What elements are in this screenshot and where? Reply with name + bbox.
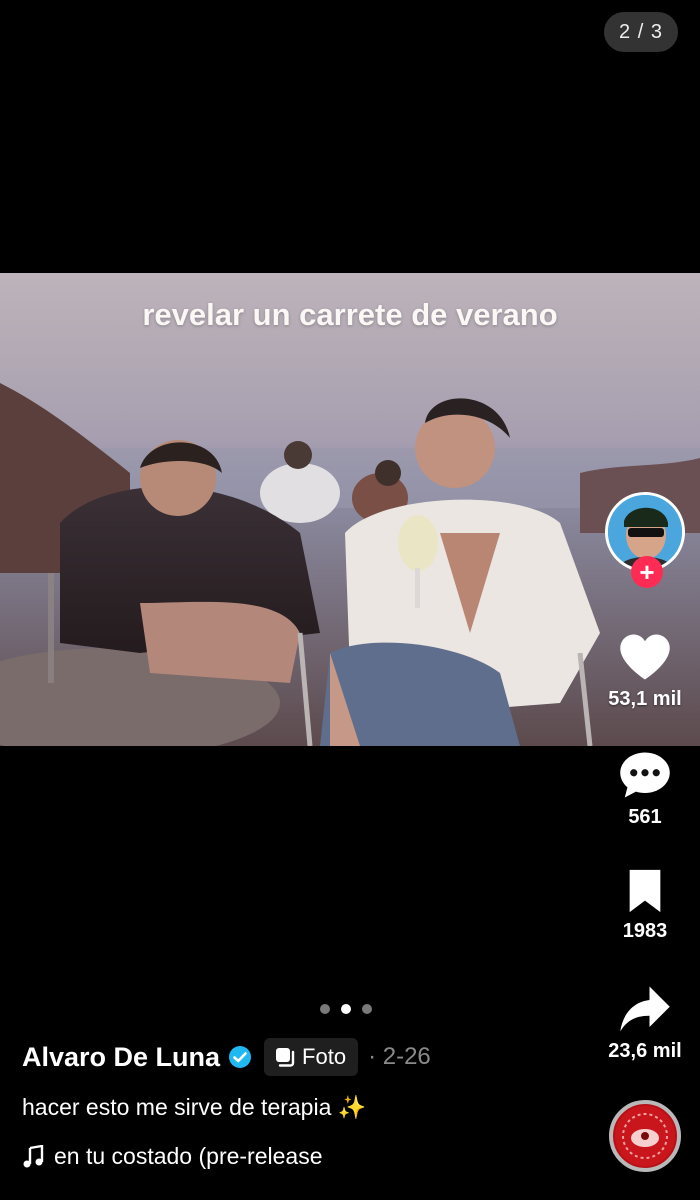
share-arrow-icon[interactable] — [618, 984, 672, 1034]
photo-stack-icon — [276, 1048, 295, 1067]
creator-avatar-block[interactable]: + — [605, 492, 685, 588]
post-date: · 2-26 — [368, 1043, 431, 1070]
like-action[interactable]: 53,1 mil — [590, 632, 700, 711]
share-action[interactable]: 23,6 mil — [590, 984, 700, 1063]
sound-disc-art — [615, 1106, 675, 1166]
verified-badge-icon — [229, 1046, 252, 1068]
music-title: en tu costado (pre-release — [54, 1143, 323, 1169]
music-note-icon — [23, 1144, 44, 1167]
like-count: 53,1 mil — [608, 688, 682, 710]
heart-icon[interactable] — [618, 632, 672, 682]
caption-text: hacer esto me sirve de terapia — [22, 1094, 332, 1120]
music-track[interactable]: en tu costado (pre-release — [22, 1143, 382, 1170]
carousel-dot-3[interactable] — [362, 1004, 372, 1014]
caption-emoji: ✨ — [337, 1094, 367, 1120]
follow-button[interactable]: + — [631, 556, 663, 588]
page-counter: 2 / 3 — [604, 12, 678, 52]
share-count: 23,6 mil — [608, 1040, 682, 1062]
post-meta: Alvaro De Luna Foto · 2-26 — [22, 1037, 431, 1077]
post-type-chip[interactable]: Foto — [264, 1038, 359, 1076]
carousel-dot-2[interactable] — [341, 1004, 351, 1014]
bookmark-icon[interactable] — [625, 868, 665, 914]
comment-bubble-icon[interactable] — [618, 750, 672, 800]
comment-action[interactable]: 561 — [590, 750, 700, 829]
post-caption: hacer esto me sirve de terapia ✨ — [22, 1094, 366, 1121]
photo-overlay-text: revelar un carrete de verano — [142, 297, 558, 332]
sound-disc[interactable] — [609, 1100, 681, 1172]
post-type-label: Foto — [302, 1044, 347, 1069]
username[interactable]: Alvaro De Luna — [22, 1042, 220, 1073]
comment-count: 561 — [628, 806, 662, 828]
save-count: 1983 — [622, 920, 668, 942]
carousel-indicator — [320, 1004, 372, 1014]
save-action[interactable]: 1983 — [590, 868, 700, 943]
carousel-dot-1[interactable] — [320, 1004, 330, 1014]
